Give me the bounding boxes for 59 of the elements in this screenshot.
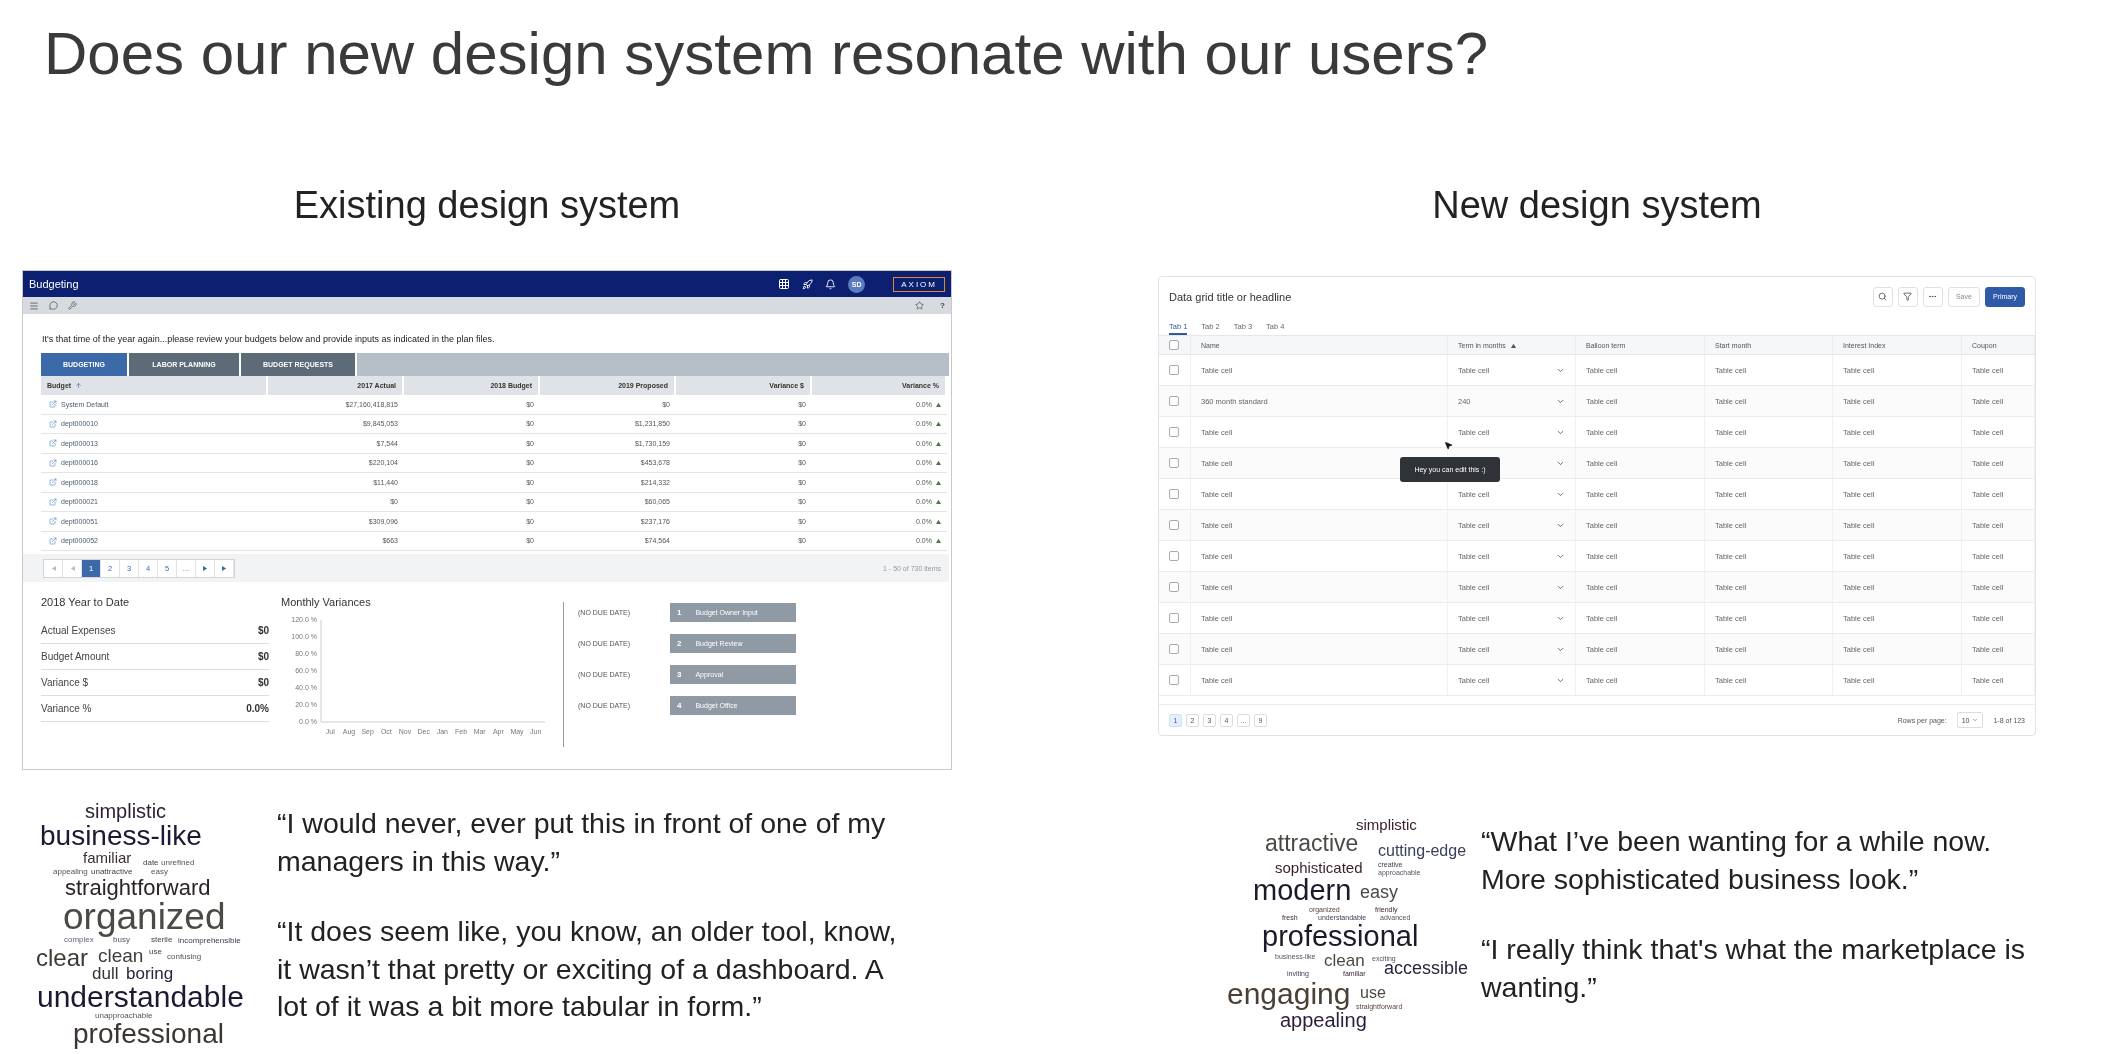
cloud-word: use bbox=[149, 948, 162, 956]
cloud-word: use bbox=[1360, 985, 1386, 1001]
cloud-word: understandable bbox=[37, 982, 244, 1012]
cloud-word: professional bbox=[1262, 922, 1419, 951]
summary-value: 0.0% bbox=[246, 703, 269, 714]
cloud-word: easy bbox=[1360, 883, 1399, 901]
cloud-word: date bbox=[143, 859, 159, 867]
cloud-word: boring bbox=[126, 965, 174, 982]
cloud-word: familiar bbox=[83, 850, 132, 865]
summary-label: Actual Expenses bbox=[41, 625, 116, 636]
step-number: 2 bbox=[677, 639, 682, 648]
cloud-word: organized bbox=[63, 898, 226, 935]
cloud-word: dull bbox=[92, 965, 119, 982]
cloud-word: modern bbox=[1253, 876, 1352, 905]
cloud-word: clean bbox=[98, 946, 144, 965]
cloud-word: incomprehensible bbox=[178, 937, 241, 945]
cloud-word: professional bbox=[73, 1020, 224, 1048]
summary-title: 2018 Year to Date bbox=[41, 596, 131, 610]
section-heading: New design system bbox=[1431, 183, 1763, 227]
cloud-word: busy bbox=[113, 936, 130, 944]
cloud-word: business-like bbox=[40, 822, 202, 850]
summary-value: $0 bbox=[257, 625, 269, 636]
cloud-word: sophisticated bbox=[1275, 860, 1363, 875]
cloud-word: appealing bbox=[1280, 1010, 1367, 1030]
user-quote: “I would never, ever put this in front of one of my managers in this way.” bbox=[277, 806, 887, 879]
cloud-word: simplistic bbox=[1356, 817, 1417, 832]
cloud-word: sterile bbox=[151, 936, 173, 944]
cloud-word: easy bbox=[151, 868, 168, 876]
slide-title: Does our new design system resonate with our users? bbox=[43, 19, 1490, 89]
cloud-word: clear bbox=[36, 946, 89, 970]
intro-message: It's that time of the year again...please review your budgets below and provide inputs as indicated in the plan files. bbox=[42, 334, 496, 345]
axiom-logo: AXIOM bbox=[893, 276, 945, 292]
cloud-word: unattractive bbox=[91, 868, 133, 876]
cloud-word: engaging bbox=[1227, 979, 1351, 1009]
summary-label: Variance $ bbox=[41, 677, 89, 688]
step-number: 3 bbox=[677, 670, 682, 679]
section-heading: Existing design system bbox=[292, 183, 682, 227]
cloud-word: clean bbox=[1324, 952, 1365, 969]
step-number: 1 bbox=[677, 608, 682, 617]
cloud-word: simplistic bbox=[85, 801, 167, 821]
cloud-word: attractive bbox=[1265, 832, 1359, 855]
cloud-word: confusing bbox=[167, 953, 202, 961]
cloud-word: complex bbox=[64, 936, 94, 944]
summary-value: $0 bbox=[257, 651, 269, 662]
summary-label: Budget Amount bbox=[41, 651, 110, 662]
user-quote: “It does seem like, you know, an older tool, know, it wasn’t that pretty or exciting of a dashboard. A lot of it was a bit more tabular in form.” bbox=[277, 914, 898, 1024]
summary-value: $0 bbox=[257, 677, 269, 688]
grid-title: Data grid title or headline bbox=[1169, 290, 1292, 303]
user-quote: “What I’ve been wanting for a while now. More sophisticated business look.” bbox=[1481, 824, 1993, 897]
cloud-word: straightforward bbox=[65, 877, 211, 899]
cloud-word: cutting-edge bbox=[1378, 843, 1467, 859]
summary-label: Variance % bbox=[41, 703, 92, 714]
cloud-word: unrefined bbox=[161, 859, 195, 867]
user-quote: “I really think that's what the marketplace is wanting.” bbox=[1481, 932, 2026, 1005]
chart-title: Monthly Variances bbox=[281, 596, 372, 610]
step-number: 4 bbox=[677, 701, 682, 710]
cloud-word: appealing bbox=[53, 868, 88, 876]
app-title: Budgeting bbox=[29, 278, 79, 290]
cloud-word: unapproachable bbox=[95, 1012, 153, 1020]
